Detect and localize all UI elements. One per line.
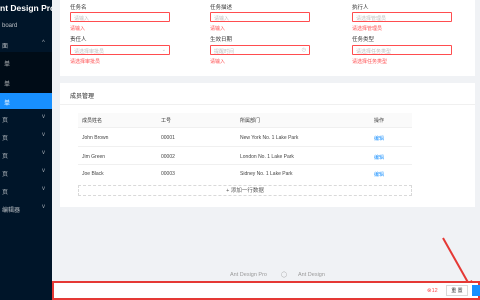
annotation-arrow — [442, 237, 474, 292]
error-count-badge[interactable]: ⊗12 — [427, 288, 438, 294]
submit-button[interactable] — [472, 285, 480, 296]
reset-button[interactable]: 重 置 — [446, 285, 468, 296]
footer-toolbar — [52, 281, 480, 300]
